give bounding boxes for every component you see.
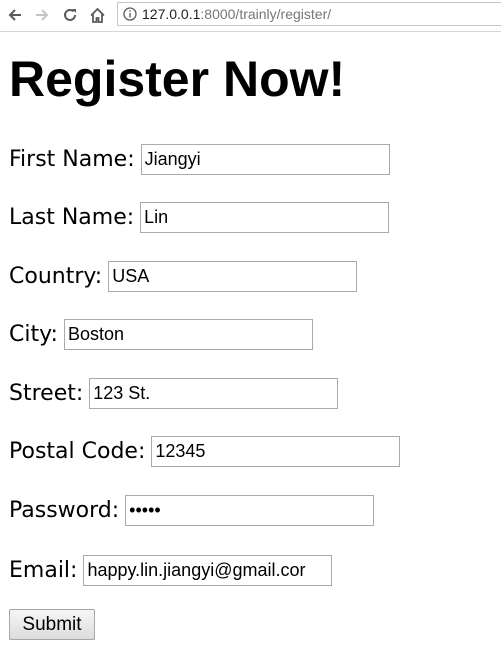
first-name-label: First Name:	[9, 146, 135, 172]
password-input[interactable]	[125, 494, 375, 526]
last-name-input[interactable]	[140, 201, 390, 233]
info-icon[interactable]	[123, 7, 137, 26]
url-path: :8000/trainly/register/	[200, 6, 332, 22]
street-input[interactable]	[89, 377, 339, 409]
submit-button[interactable]: Submit	[9, 609, 95, 640]
last-name-label: Last Name:	[9, 204, 135, 230]
email-input[interactable]	[83, 554, 333, 586]
first-name-input[interactable]	[140, 143, 390, 175]
postal-code-row: Postal Code:	[9, 435, 401, 467]
city-row: City:	[9, 318, 313, 350]
browser-toolbar: 127.0.0.1:8000/trainly/register/	[0, 0, 501, 32]
reload-icon[interactable]	[59, 4, 81, 26]
first-name-row: First Name:	[9, 143, 390, 175]
email-label: Email:	[9, 557, 78, 583]
city-label: City:	[9, 321, 58, 347]
url-host: 127.0.0.1	[142, 6, 201, 22]
street-row: Street:	[9, 377, 339, 409]
password-row: Password:	[9, 494, 375, 526]
country-row: Country:	[9, 260, 358, 292]
email-row: Email:	[9, 554, 333, 586]
back-arrow-icon[interactable]	[4, 4, 26, 26]
postal-code-label: Postal Code:	[9, 438, 146, 464]
country-input[interactable]	[108, 260, 358, 292]
url-text: 127.0.0.1:8000/trainly/register/	[142, 6, 331, 22]
forward-arrow-icon[interactable]	[31, 4, 53, 26]
page-title: Register Now!	[9, 51, 346, 107]
country-label: Country:	[9, 263, 103, 289]
home-icon[interactable]	[86, 4, 108, 26]
last-name-row: Last Name:	[9, 201, 390, 233]
password-label: Password:	[9, 497, 120, 523]
city-input[interactable]	[63, 318, 313, 350]
postal-code-input[interactable]	[151, 435, 401, 467]
address-bar[interactable]: 127.0.0.1:8000/trainly/register/	[117, 2, 501, 26]
street-label: Street:	[9, 380, 84, 406]
